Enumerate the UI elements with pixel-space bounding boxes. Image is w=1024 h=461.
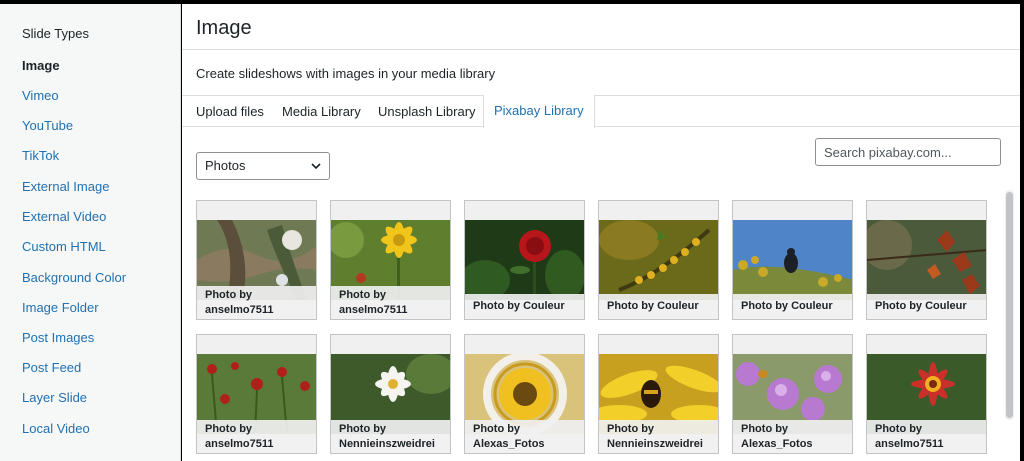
sidebar-item-custom-html[interactable]: Custom HTML [22,239,106,254]
page-title: Image [196,17,252,39]
photo-thumbnail-yellow-blossoms [599,220,718,300]
media-type-selected: Photos [205,158,246,173]
photo-credit: Photo by anselmo7511 [197,286,316,319]
photo-card[interactable]: Photo by Couleur [598,200,719,320]
media-type-select[interactable]: Photos [196,152,330,180]
photo-credit: Photo by Nennieinszweidrei [331,420,450,453]
photo-credit: Photo by Alexas_Fotos [733,420,852,453]
tab-pixabay-library[interactable]: Pixabay Library [483,95,595,128]
photo-card[interactable]: Photo by Couleur [866,200,987,320]
tab-upload-files[interactable]: Upload files [196,96,264,127]
sidebar-item-local-video[interactable]: Local Video [22,421,90,436]
chevron-down-icon [311,163,321,170]
sidebar-item-image[interactable]: Image [22,58,60,73]
pixabay-search-input[interactable] [815,138,1001,166]
source-tabs: Upload files Media Library Unsplash Libr… [182,95,1020,128]
scrollbar-thumb[interactable] [1006,192,1013,418]
photo-thumbnail-autumn-leaves [867,220,986,300]
photo-thumbnail-red-rose [465,220,584,300]
photo-card[interactable]: Photo by anselmo7511 [196,200,317,320]
photo-credit: Photo by Couleur [465,294,584,319]
photo-card[interactable]: Photo by anselmo7511 [196,334,317,454]
photo-credit: Photo by Alexas_Fotos [465,420,584,453]
tab-media-library[interactable]: Media Library [282,96,361,127]
sidebar-item-post-images[interactable]: Post Images [22,330,94,345]
grid-scrollbar[interactable] [1005,190,1014,420]
photo-thumbnail-bird-on-branch [733,220,852,300]
sidebar-item-vimeo[interactable]: Vimeo [22,88,59,103]
slide-types-sidebar: Slide Types Image Vimeo YouTube TikTok E… [0,4,181,461]
sidebar-item-external-image[interactable]: External Image [22,179,109,194]
photo-credit: Photo by Couleur [733,294,852,319]
sidebar-item-background-color[interactable]: Background Color [22,270,126,285]
photo-credit: Photo by anselmo7511 [197,420,316,453]
photo-card[interactable]: Photo by Couleur [464,200,585,320]
photo-card[interactable]: Photo by Nennieinszweidrei [598,334,719,454]
photo-card[interactable]: Photo by anselmo7511 [866,334,987,454]
photo-card[interactable]: Photo by Alexas_Fotos [732,334,853,454]
sidebar-item-layer-slide[interactable]: Layer Slide [22,390,87,405]
sidebar-item-youtube[interactable]: YouTube [22,118,73,133]
sidebar-item-external-video[interactable]: External Video [22,209,106,224]
photo-credit: Photo by Nennieinszweidrei [599,420,718,453]
title-bar: Image [182,4,1020,50]
sidebar-heading: Slide Types [22,26,89,41]
photo-card[interactable]: Photo by Alexas_Fotos [464,334,585,454]
sidebar-item-tiktok[interactable]: TikTok [22,148,59,163]
photo-credit: Photo by anselmo7511 [331,286,450,319]
photo-credit: Photo by Couleur [599,294,718,319]
page-description: Create slideshows with images in your me… [196,66,496,81]
photo-credit: Photo by Couleur [867,294,986,319]
tab-unsplash-library[interactable]: Unsplash Library [378,96,476,127]
photo-credit: Photo by anselmo7511 [867,420,986,453]
sidebar-item-image-folder[interactable]: Image Folder [22,300,99,315]
sidebar-item-post-feed[interactable]: Post Feed [22,360,81,375]
photo-card[interactable]: Photo by Nennieinszweidrei [330,334,451,454]
media-panel: Image Create slideshows with images in y… [182,4,1020,461]
photo-card[interactable]: Photo by Couleur [732,200,853,320]
photo-card[interactable]: Photo by anselmo7511 [330,200,451,320]
